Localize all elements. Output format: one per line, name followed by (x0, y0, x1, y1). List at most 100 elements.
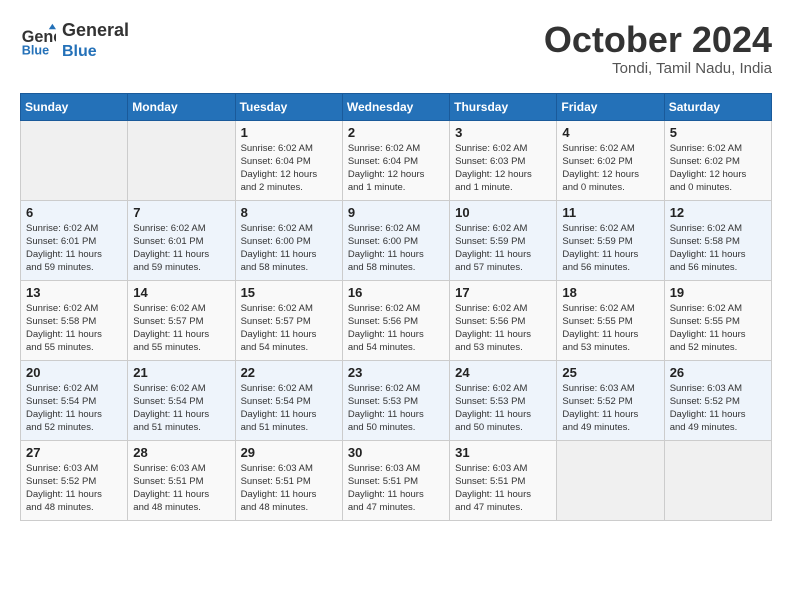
day-info: Sunrise: 6:02 AM Sunset: 5:55 PM Dayligh… (670, 302, 766, 355)
calendar-cell: 22Sunrise: 6:02 AM Sunset: 5:54 PM Dayli… (235, 360, 342, 440)
day-number: 31 (455, 445, 551, 460)
calendar-cell: 31 Sunrise: 6:03 AM Sunset: 5:51 PM Dayli… (450, 440, 557, 520)
day-info: Sunrise: 6:02 AM Sunset: 5:57 PM Dayligh… (133, 302, 229, 355)
calendar-cell: 21 Sunrise: 6:02 AM Sunset: 5:54 PM Dayli… (128, 360, 235, 440)
day-info: Sunrise: 6:02 AM Sunset: 5:54 PM Dayligh… (26, 382, 122, 435)
calendar-cell: 8Sunrise: 6:02 AM Sunset: 6:00 PM Daylig… (235, 200, 342, 280)
day-info: Sunrise: 6:02 AM Sunset: 5:57 PM Dayligh… (241, 302, 337, 355)
day-number: 1 (241, 125, 337, 140)
day-info: Sunrise: 6:03 AM Sunset: 5:51 PM Dayligh… (133, 462, 229, 515)
location-subtitle: Tondi, Tamil Nadu, India (544, 60, 772, 77)
calendar-cell: 9 Sunrise: 6:02 AM Sunset: 6:00 PM Daylig… (342, 200, 449, 280)
calendar-cell: 20Sunrise: 6:02 AM Sunset: 5:54 PM Dayli… (21, 360, 128, 440)
day-info: Sunrise: 6:02 AM Sunset: 6:01 PM Dayligh… (133, 222, 229, 275)
day-number: 21 (133, 365, 229, 380)
day-number: 24 (455, 365, 551, 380)
calendar-cell (128, 120, 235, 200)
page-header: General Blue General Blue October 2024 T… (20, 20, 772, 77)
calendar-week-row: 6 Sunrise: 6:02 AM Sunset: 6:01 PM Daylig… (21, 200, 772, 280)
day-info: Sunrise: 6:03 AM Sunset: 5:51 PM Dayligh… (348, 462, 444, 515)
day-info: Sunrise: 6:02 AM Sunset: 6:00 PM Dayligh… (241, 222, 337, 275)
calendar-cell: 25Sunrise: 6:03 AM Sunset: 5:52 PM Dayli… (557, 360, 664, 440)
calendar-cell: 15 Sunrise: 6:02 AM Sunset: 5:57 PM Dayli… (235, 280, 342, 360)
day-info: Sunrise: 6:03 AM Sunset: 5:51 PM Dayligh… (455, 462, 551, 515)
calendar-week-row: 1Sunrise: 6:02 AM Sunset: 6:04 PM Daylig… (21, 120, 772, 200)
calendar-week-row: 27Sunrise: 6:03 AM Sunset: 5:52 PM Dayli… (21, 440, 772, 520)
day-number: 25 (562, 365, 658, 380)
day-number: 16 (348, 285, 444, 300)
calendar-table: SundayMondayTuesdayWednesdayThursdayFrid… (20, 93, 772, 521)
day-info: Sunrise: 6:03 AM Sunset: 5:52 PM Dayligh… (670, 382, 766, 435)
day-number: 13 (26, 285, 122, 300)
day-number: 30 (348, 445, 444, 460)
calendar-cell: 24 Sunrise: 6:02 AM Sunset: 5:53 PM Dayli… (450, 360, 557, 440)
day-info: Sunrise: 6:02 AM Sunset: 5:59 PM Dayligh… (562, 222, 658, 275)
day-number: 23 (348, 365, 444, 380)
day-number: 19 (670, 285, 766, 300)
calendar-cell (21, 120, 128, 200)
title-block: October 2024 Tondi, Tamil Nadu, India (544, 20, 772, 77)
day-number: 22 (241, 365, 337, 380)
day-number: 15 (241, 285, 337, 300)
logo-general: General (62, 20, 129, 42)
day-info: Sunrise: 6:02 AM Sunset: 5:55 PM Dayligh… (562, 302, 658, 355)
logo-icon: General Blue (20, 22, 56, 58)
calendar-week-row: 13 Sunrise: 6:02 AM Sunset: 5:58 PM Dayli… (21, 280, 772, 360)
day-header-sunday: Sunday (21, 93, 128, 120)
day-info: Sunrise: 6:02 AM Sunset: 6:00 PM Dayligh… (348, 222, 444, 275)
day-header-friday: Friday (557, 93, 664, 120)
calendar-cell: 16Sunrise: 6:02 AM Sunset: 5:56 PM Dayli… (342, 280, 449, 360)
logo: General Blue General Blue (20, 20, 129, 61)
day-number: 12 (670, 205, 766, 220)
day-info: Sunrise: 6:02 AM Sunset: 5:59 PM Dayligh… (455, 222, 551, 275)
day-number: 11 (562, 205, 658, 220)
calendar-cell: 29 Sunrise: 6:03 AM Sunset: 5:51 PM Dayli… (235, 440, 342, 520)
calendar-cell: 10 Sunrise: 6:02 AM Sunset: 5:59 PM Dayli… (450, 200, 557, 280)
calendar-cell: 18 Sunrise: 6:02 AM Sunset: 5:55 PM Dayli… (557, 280, 664, 360)
calendar-cell: 19 Sunrise: 6:02 AM Sunset: 5:55 PM Dayli… (664, 280, 771, 360)
calendar-header-row: SundayMondayTuesdayWednesdayThursdayFrid… (21, 93, 772, 120)
day-info: Sunrise: 6:02 AM Sunset: 5:53 PM Dayligh… (455, 382, 551, 435)
day-number: 2 (348, 125, 444, 140)
day-info: Sunrise: 6:02 AM Sunset: 6:02 PM Dayligh… (562, 142, 658, 195)
day-number: 7 (133, 205, 229, 220)
day-info: Sunrise: 6:03 AM Sunset: 5:51 PM Dayligh… (241, 462, 337, 515)
day-header-thursday: Thursday (450, 93, 557, 120)
day-header-monday: Monday (128, 93, 235, 120)
day-header-saturday: Saturday (664, 93, 771, 120)
day-info: Sunrise: 6:02 AM Sunset: 5:53 PM Dayligh… (348, 382, 444, 435)
day-number: 28 (133, 445, 229, 460)
calendar-cell: 11 Sunrise: 6:02 AM Sunset: 5:59 PM Dayli… (557, 200, 664, 280)
day-number: 29 (241, 445, 337, 460)
day-number: 10 (455, 205, 551, 220)
day-number: 9 (348, 205, 444, 220)
logo-blue: Blue (62, 42, 129, 61)
calendar-cell: 13 Sunrise: 6:02 AM Sunset: 5:58 PM Dayli… (21, 280, 128, 360)
calendar-cell: 7 Sunrise: 6:02 AM Sunset: 6:01 PM Daylig… (128, 200, 235, 280)
calendar-cell: 2Sunrise: 6:02 AM Sunset: 6:04 PM Daylig… (342, 120, 449, 200)
day-number: 27 (26, 445, 122, 460)
calendar-cell: 27Sunrise: 6:03 AM Sunset: 5:52 PM Dayli… (21, 440, 128, 520)
day-info: Sunrise: 6:02 AM Sunset: 6:03 PM Dayligh… (455, 142, 551, 195)
day-info: Sunrise: 6:02 AM Sunset: 6:01 PM Dayligh… (26, 222, 122, 275)
calendar-cell: 14 Sunrise: 6:02 AM Sunset: 5:57 PM Dayli… (128, 280, 235, 360)
calendar-cell: 4Sunrise: 6:02 AM Sunset: 6:02 PM Daylig… (557, 120, 664, 200)
calendar-cell: 26Sunrise: 6:03 AM Sunset: 5:52 PM Dayli… (664, 360, 771, 440)
calendar-cell: 1Sunrise: 6:02 AM Sunset: 6:04 PM Daylig… (235, 120, 342, 200)
day-number: 3 (455, 125, 551, 140)
day-info: Sunrise: 6:02 AM Sunset: 5:54 PM Dayligh… (133, 382, 229, 435)
calendar-cell: 28 Sunrise: 6:03 AM Sunset: 5:51 PM Dayli… (128, 440, 235, 520)
day-number: 18 (562, 285, 658, 300)
day-info: Sunrise: 6:02 AM Sunset: 6:02 PM Dayligh… (670, 142, 766, 195)
day-info: Sunrise: 6:02 AM Sunset: 5:56 PM Dayligh… (455, 302, 551, 355)
calendar-cell: 30 Sunrise: 6:03 AM Sunset: 5:51 PM Dayli… (342, 440, 449, 520)
day-header-tuesday: Tuesday (235, 93, 342, 120)
calendar-cell: 6 Sunrise: 6:02 AM Sunset: 6:01 PM Daylig… (21, 200, 128, 280)
calendar-cell (664, 440, 771, 520)
day-number: 14 (133, 285, 229, 300)
calendar-cell: 23 Sunrise: 6:02 AM Sunset: 5:53 PM Dayli… (342, 360, 449, 440)
calendar-cell: 17Sunrise: 6:02 AM Sunset: 5:56 PM Dayli… (450, 280, 557, 360)
day-info: Sunrise: 6:02 AM Sunset: 5:58 PM Dayligh… (26, 302, 122, 355)
day-number: 5 (670, 125, 766, 140)
day-number: 6 (26, 205, 122, 220)
